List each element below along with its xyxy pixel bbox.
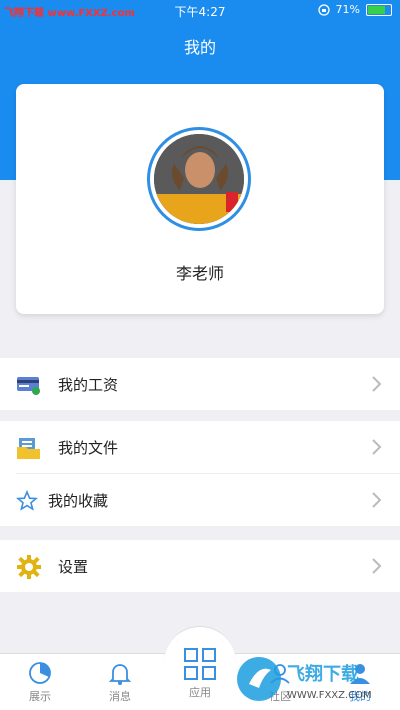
menu-label-favorites: 我的收藏 <box>48 492 109 510</box>
chevron-right-icon <box>372 492 382 508</box>
grid-icon <box>184 648 216 680</box>
gear-icon <box>17 555 41 579</box>
bell-icon <box>108 664 132 685</box>
menu-item-favorites[interactable]: 我的收藏 <box>0 474 400 526</box>
menu-group-1: 我的工资 <box>0 358 400 410</box>
avatar-photo <box>154 134 244 224</box>
tab-bar: 展示 消息 应用 社区 我的 飞翔下载 WWW.FXXZ.COM <box>0 626 400 710</box>
menu-item-salary[interactable]: 我的工资 <box>0 358 400 410</box>
lock-rotation-icon <box>317 3 330 16</box>
watermark-logo: 飞翔下载 WWW.FXXZ.COM <box>237 657 372 701</box>
menu-item-settings[interactable]: 设置 <box>0 540 400 592</box>
menu-label-settings: 设置 <box>58 558 89 576</box>
profile-card: 李老师 <box>16 84 384 314</box>
menu-label-salary: 我的工资 <box>58 376 119 394</box>
tab-label-showcase: 展示 <box>29 690 51 703</box>
pie-chart-icon <box>29 662 51 684</box>
tab-messages[interactable]: 消息 <box>90 660 150 704</box>
status-bar: 飞翔下载 www.FXXZ.com 下午4:27 71% <box>0 0 400 22</box>
avatar[interactable] <box>147 127 251 231</box>
menu-item-files[interactable]: 我的文件 <box>0 421 400 473</box>
folder-document-icon <box>17 438 40 459</box>
menu-group-2: 我的文件 我的收藏 <box>0 421 400 526</box>
page-title: 我的 <box>183 38 216 57</box>
watermark-url: WWW.FXXZ.COM <box>287 690 372 701</box>
tab-label-messages: 消息 <box>109 690 131 703</box>
chevron-right-icon <box>372 558 382 574</box>
watermark-brand: 飞翔下载 <box>287 663 359 685</box>
chevron-right-icon <box>372 376 382 392</box>
battery-icon <box>366 3 392 16</box>
status-right: 71% <box>317 3 392 16</box>
battery-percent: 71% <box>335 3 360 16</box>
tab-label-apps: 应用 <box>189 686 211 699</box>
menu-group-3: 设置 <box>0 540 400 592</box>
profile-name: 李老师 <box>175 264 224 283</box>
menu-label-files: 我的文件 <box>58 439 119 457</box>
star-icon <box>15 489 39 511</box>
tab-showcase[interactable]: 展示 <box>10 660 70 704</box>
credit-card-icon <box>17 377 40 395</box>
tab-apps[interactable]: 应用 <box>170 646 230 700</box>
chevron-right-icon <box>372 439 382 455</box>
